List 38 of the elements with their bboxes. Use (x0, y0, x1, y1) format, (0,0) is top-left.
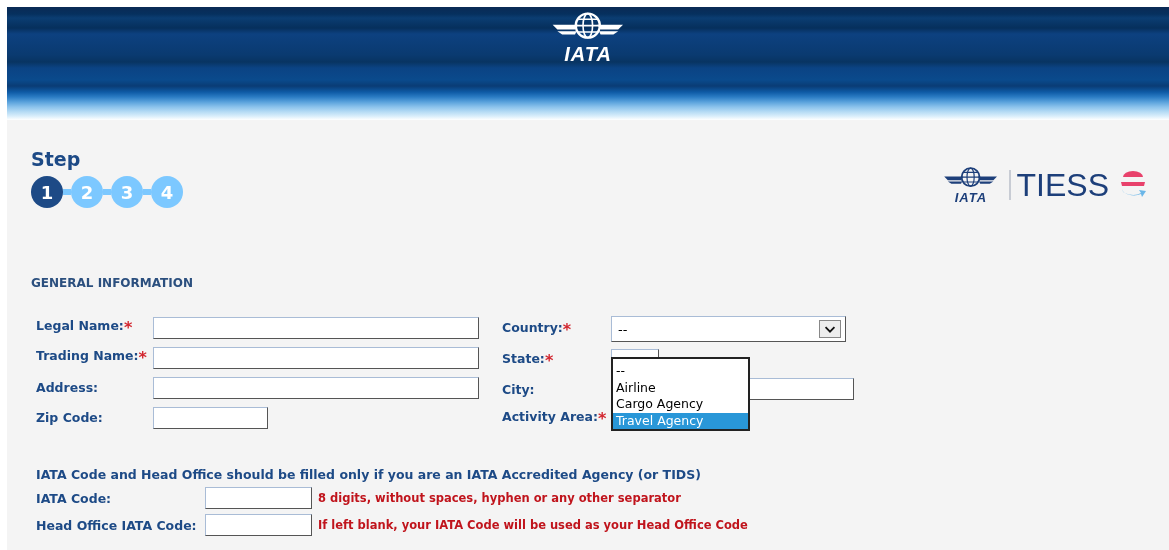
text-field[interactable] (153, 346, 479, 369)
field-label: Address: (36, 380, 99, 395)
step-indicator: 2 (71, 176, 103, 208)
text-field[interactable] (153, 376, 479, 399)
select-field[interactable]: -- (611, 316, 846, 342)
caret-icon (819, 320, 841, 338)
field-label: Head Office IATA Code: (36, 517, 198, 533)
field-label: State: (502, 350, 545, 368)
required-mark: * (123, 318, 133, 337)
field-hint: If left blank, your IATA Code will be used as your Head Office Code (318, 518, 748, 532)
required-mark: * (598, 408, 607, 428)
text-field[interactable] (205, 514, 312, 536)
field-label: IATA Code: (36, 490, 113, 506)
step-indicator: 3 (111, 176, 143, 208)
required-mark: * (562, 319, 572, 339)
text-field[interactable] (205, 487, 312, 509)
info-note: IATA Code and Head Office should be filled only if you are an IATA Accredited Agency (or TIDS) (35, 467, 702, 482)
field-label: Activity Area: (502, 408, 598, 426)
field-label: City: (502, 381, 535, 397)
logo-text: IATA (954, 190, 988, 204)
step-indicator: 1 (31, 176, 63, 208)
field-label: Zip Code: (36, 410, 103, 425)
step-connector (103, 189, 111, 195)
text-field[interactable] (153, 316, 479, 339)
required-mark: * (138, 348, 147, 367)
field-hint: 8 digits, without spaces, hyphen or any other separator (318, 491, 682, 505)
text-field[interactable] (153, 406, 268, 429)
step-title: Step (31, 148, 82, 170)
step-indicator: 4 (151, 176, 183, 208)
brand-name: TIESS (1008, 170, 1109, 200)
step-connector (143, 189, 151, 195)
field-label: Trading Name: (36, 348, 139, 365)
field-label: Legal Name: (36, 318, 124, 335)
step-connector (63, 189, 71, 195)
logo-text: IATA (564, 44, 612, 64)
required-mark: * (544, 350, 554, 370)
section-title: GENERAL INFORMATION (31, 276, 194, 290)
field-label: Country: (502, 319, 563, 337)
